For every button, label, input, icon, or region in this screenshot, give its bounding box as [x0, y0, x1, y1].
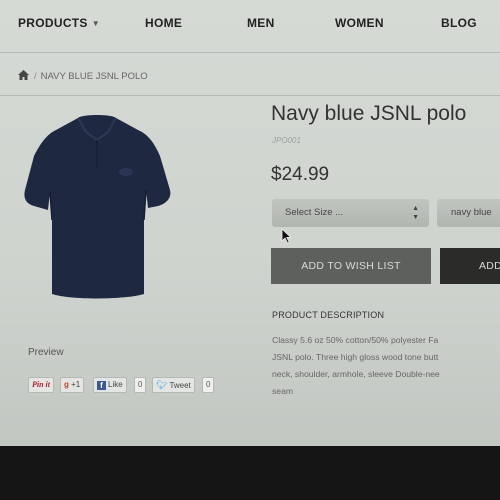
- nav-blog[interactable]: BLOG: [441, 16, 477, 30]
- description-line: neck, shoulder, armhole, sleeve Double-n…: [272, 369, 440, 379]
- nav-products[interactable]: PRODUCTS ▼: [18, 16, 100, 30]
- product-description: Classy 5.6 oz 50% cotton/50% polyester F…: [272, 332, 500, 400]
- top-nav: PRODUCTS ▼ HOME MEN WOMEN BLOG: [0, 8, 500, 48]
- breadcrumb: / NAVY BLUE JSNL POLO: [18, 70, 148, 83]
- gplus-button[interactable]: g +1: [60, 377, 85, 393]
- gplus-label: +1: [71, 380, 81, 389]
- select-arrows-icon: ▲ ▼: [412, 205, 419, 221]
- tweet-button[interactable]: 🐦︎ Tweet: [152, 377, 195, 393]
- pinit-button[interactable]: Pin it: [28, 377, 55, 393]
- breadcrumb-current: NAVY BLUE JSNL POLO: [40, 71, 148, 82]
- facebook-like-button[interactable]: f Like: [93, 377, 127, 393]
- product-sku: JPO001: [272, 136, 301, 145]
- color-select[interactable]: navy blue: [437, 199, 500, 227]
- mouse-pointer-icon: [281, 228, 292, 244]
- size-select[interactable]: Select Size ... ▲ ▼: [272, 199, 429, 227]
- description-line: seam: [272, 386, 294, 396]
- google-plus-icon: g: [64, 380, 69, 389]
- preview-label[interactable]: Preview: [28, 347, 64, 358]
- twitter-bird-icon: 🐦︎: [156, 380, 168, 390]
- description-heading: PRODUCT DESCRIPTION: [272, 310, 385, 320]
- nav-products-label: PRODUCTS: [18, 16, 88, 30]
- monitor-bezel: [0, 446, 500, 500]
- nav-divider: [0, 52, 500, 53]
- description-line: JSNL polo. Three high gloss wood tone bu…: [272, 352, 439, 362]
- screen: PRODUCTS ▼ HOME MEN WOMEN BLOG / NAVY BLUE…: [0, 0, 500, 500]
- nav-men[interactable]: MEN: [247, 16, 275, 30]
- description-line: Classy 5.6 oz 50% cotton/50% polyester F…: [272, 335, 439, 345]
- nav-women[interactable]: WOMEN: [335, 16, 384, 30]
- breadcrumb-divider: [0, 95, 500, 96]
- facebook-like-count: 0: [134, 377, 147, 393]
- size-select-value: Select Size ...: [285, 207, 344, 218]
- product-price: $24.99: [271, 164, 330, 185]
- home-icon[interactable]: [18, 70, 29, 83]
- tweet-label: Tweet: [169, 381, 191, 390]
- add-to-wish-list-button[interactable]: ADD TO WISH LIST: [271, 248, 431, 284]
- breadcrumb-separator: /: [34, 71, 37, 82]
- facebook-like-label: Like: [108, 380, 123, 389]
- product-image[interactable]: [20, 110, 175, 300]
- facebook-icon: f: [97, 381, 106, 390]
- add-to-cart-button[interactable]: ADD: [440, 248, 500, 284]
- nav-home[interactable]: HOME: [145, 16, 182, 30]
- color-select-value: navy blue: [451, 207, 492, 218]
- tweet-count: 0: [202, 377, 215, 393]
- chevron-down-icon: ▼: [91, 19, 100, 28]
- product-title: Navy blue JSNL polo: [271, 102, 467, 125]
